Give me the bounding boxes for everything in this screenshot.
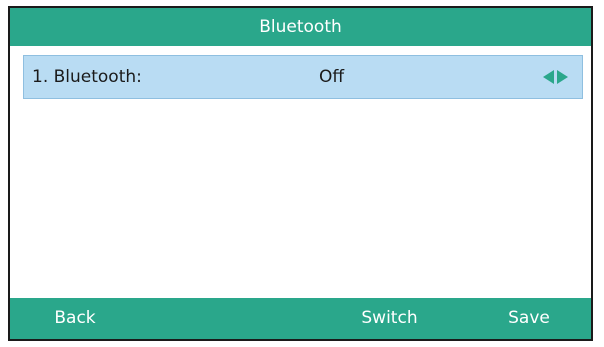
menu-item-bluetooth[interactable]: 1. Bluetooth: Off (23, 55, 583, 99)
empty-softkey[interactable] (162, 298, 312, 339)
arrow-left-icon[interactable] (543, 70, 554, 84)
page-title: Bluetooth (259, 17, 342, 37)
switch-softkey[interactable]: Switch (312, 298, 467, 339)
menu-item-label: 1. Bluetooth: (32, 67, 142, 87)
value-switch-arrows[interactable] (543, 69, 568, 85)
save-softkey[interactable]: Save (467, 298, 591, 339)
menu-item-value: Off (319, 67, 345, 87)
title-bar: Bluetooth (10, 8, 591, 46)
back-softkey[interactable]: Back (10, 298, 140, 339)
arrow-right-icon[interactable] (557, 70, 568, 84)
softkey-bar: Back Switch Save (10, 298, 591, 339)
phone-screen: Bluetooth 1. Bluetooth: Off Back Switch … (8, 6, 593, 341)
